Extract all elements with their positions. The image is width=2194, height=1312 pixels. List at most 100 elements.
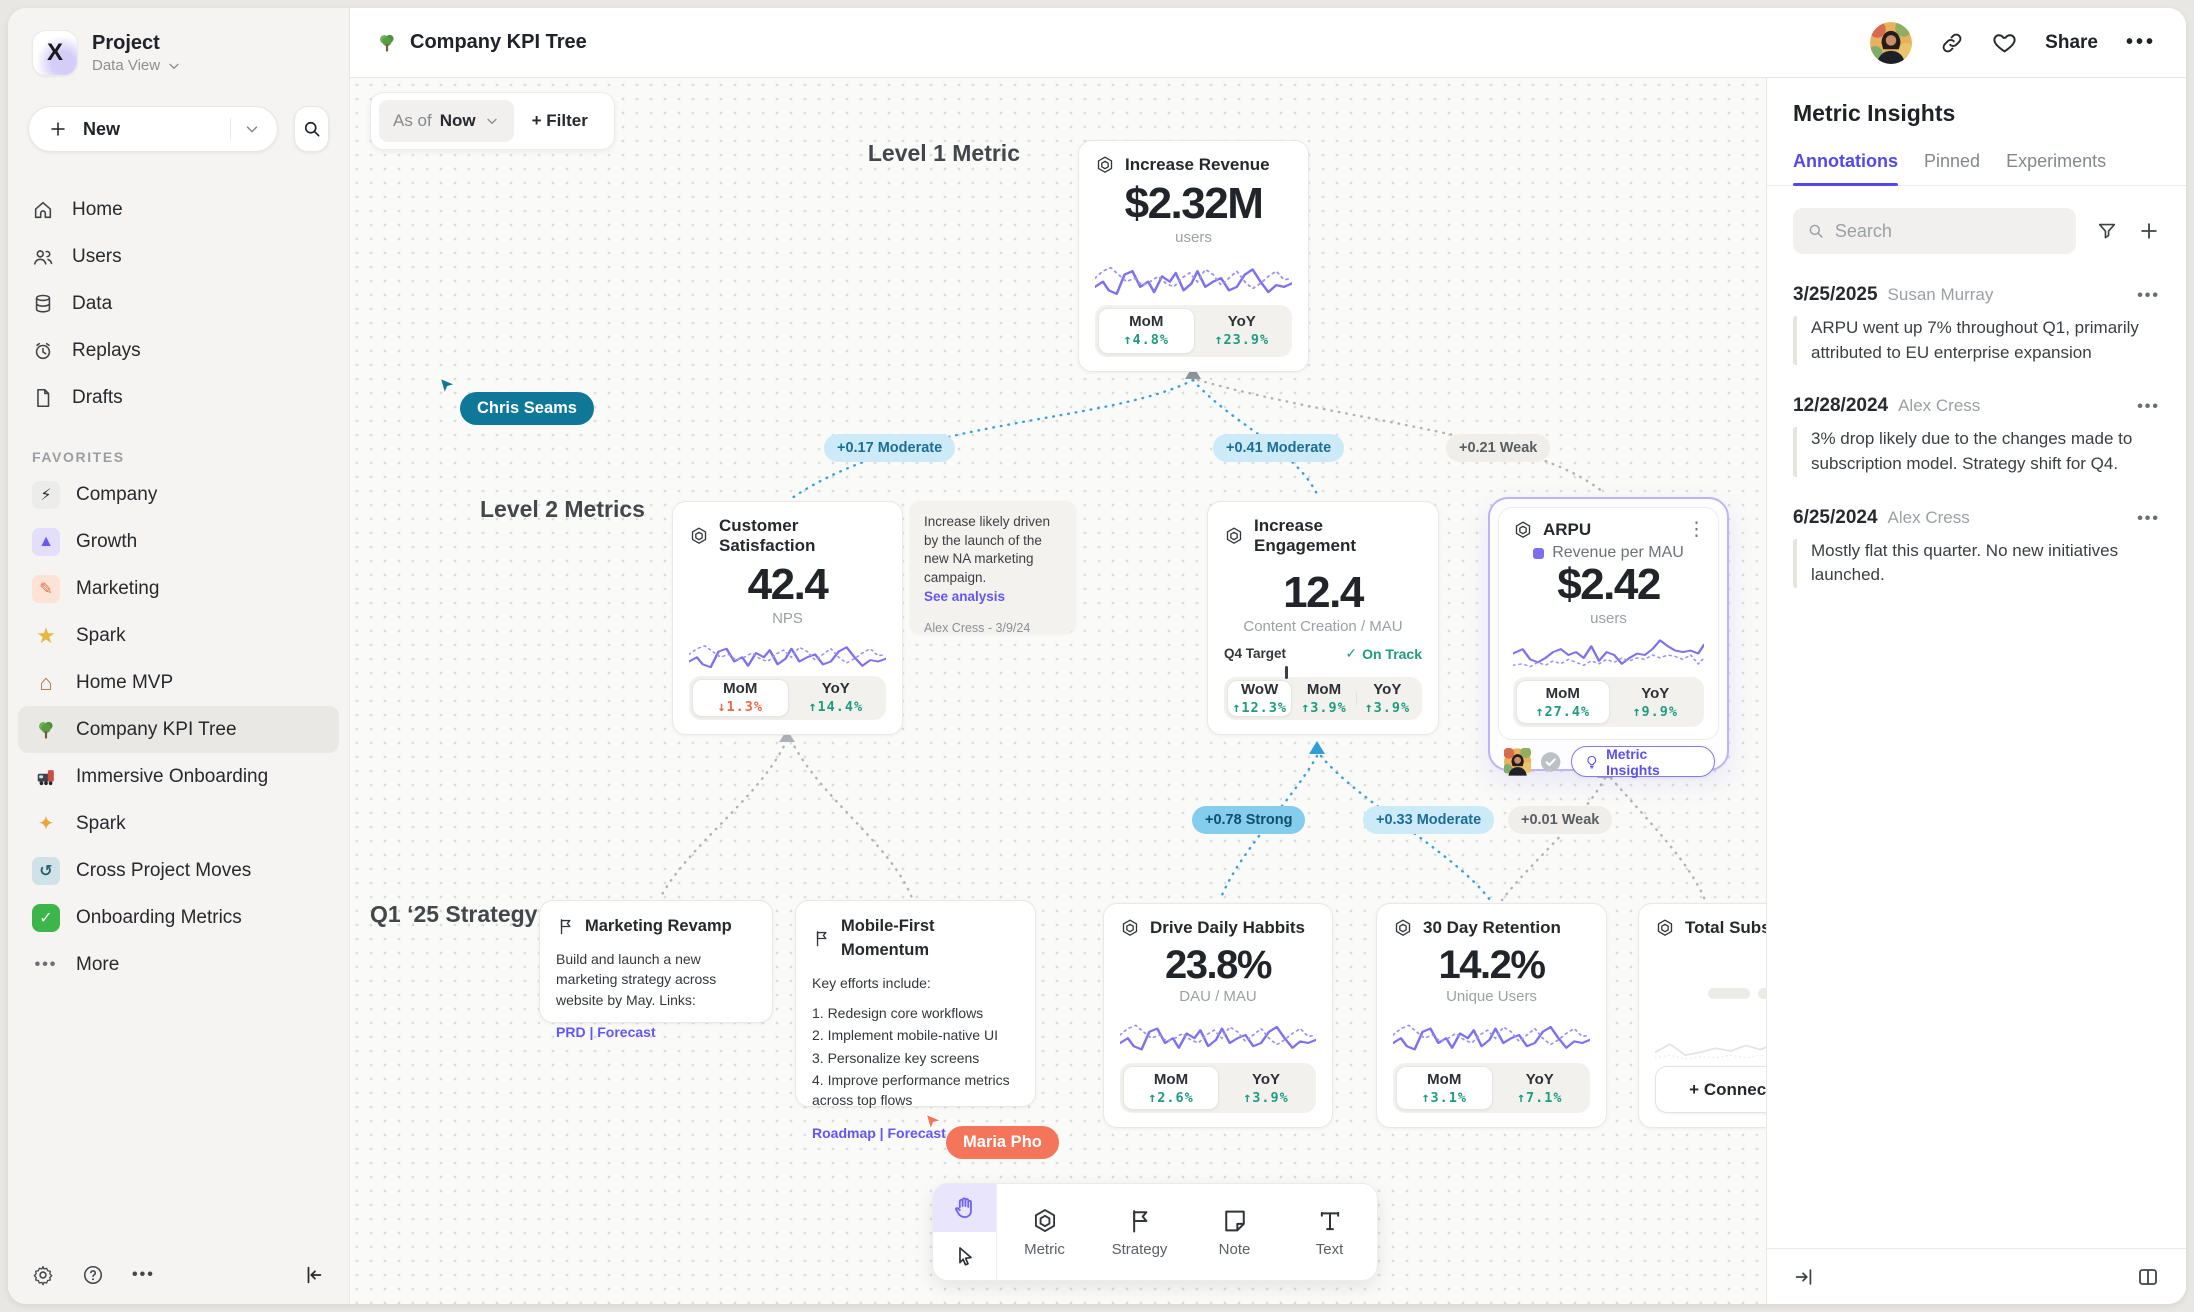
help-icon[interactable] bbox=[82, 1264, 104, 1286]
text-tool[interactable]: Text bbox=[1282, 1184, 1377, 1280]
heart-icon[interactable] bbox=[1992, 30, 2017, 55]
filter-button[interactable]: + Filter bbox=[514, 111, 606, 131]
lightbulb-icon bbox=[1584, 754, 1600, 770]
metric-hexagon-icon bbox=[1095, 155, 1115, 175]
stat-yoy[interactable]: YoY ↑3.9% bbox=[1356, 680, 1419, 717]
select-tool[interactable] bbox=[933, 1232, 996, 1280]
metric-card-increase-engagement[interactable]: Increase Engagement 12.4 Content Creatio… bbox=[1207, 501, 1439, 735]
stat-yoy[interactable]: YoY ↑3.9% bbox=[1219, 1066, 1313, 1110]
tab-annotations[interactable]: Annotations bbox=[1793, 151, 1898, 185]
metric-value: 12.4 bbox=[1224, 570, 1422, 616]
sidebar-item-home[interactable]: Home bbox=[8, 186, 349, 233]
kebab-menu-icon[interactable]: ⋮ bbox=[1687, 518, 1706, 541]
tab-pinned[interactable]: Pinned bbox=[1924, 151, 1980, 185]
favorites-more[interactable]: ••• More bbox=[18, 941, 339, 988]
stat-yoy[interactable]: YoY ↑7.1% bbox=[1493, 1066, 1588, 1110]
favorite-label: Spark bbox=[76, 625, 126, 647]
sidebar-search-button[interactable] bbox=[294, 106, 329, 152]
stat-mom[interactable]: MoM ↓1.3% bbox=[692, 679, 789, 717]
favorite-immersive-onboarding[interactable]: Immersive Onboarding bbox=[18, 753, 339, 800]
metric-card-30-day-retention[interactable]: 30 Day Retention 14.2% Unique Users MoM … bbox=[1376, 903, 1607, 1128]
collapse-sidebar-icon[interactable] bbox=[303, 1264, 325, 1286]
annotation-search[interactable] bbox=[1793, 208, 2076, 254]
strategy-links[interactable]: PRD | Forecast bbox=[556, 1022, 756, 1042]
stat-mom[interactable]: MoM ↑27.4% bbox=[1516, 680, 1610, 724]
tool-label: Strategy bbox=[1112, 1241, 1168, 1258]
search-input[interactable] bbox=[1835, 221, 2062, 242]
metric-tool[interactable]: Metric bbox=[997, 1184, 1092, 1280]
annotation-note-card[interactable]: Increase likely driven by the launch of … bbox=[910, 501, 1076, 633]
sidebar-item-drafts[interactable]: Drafts bbox=[8, 374, 349, 421]
add-annotation-icon[interactable] bbox=[2138, 220, 2160, 242]
strategy-card-marketing-revamp[interactable]: Marketing Revamp Build and launch a new … bbox=[539, 900, 773, 1023]
canvas-toolbar: As of Now + Filter bbox=[370, 92, 615, 150]
favorite-onboarding-metrics[interactable]: ✓ Onboarding Metrics bbox=[18, 894, 339, 941]
stat-wow[interactable]: WoW ↑12.3% bbox=[1227, 680, 1292, 717]
favorite-cross-project-moves[interactable]: ↺ Cross Project Moves bbox=[18, 847, 339, 894]
metric-title: 30 Day Retention bbox=[1423, 918, 1561, 938]
annotation-item[interactable]: 12/28/2024 Alex Cress ••• 3% drop likely… bbox=[1767, 365, 2186, 476]
metric-card-customer-satisfaction[interactable]: Customer Satisfaction 42.4 NPS MoM ↓1.3%… bbox=[672, 501, 903, 735]
chevron-down-icon[interactable] bbox=[243, 120, 261, 138]
metric-card-drive-daily-habbits[interactable]: Drive Daily Habbits 23.8% DAU / MAU MoM … bbox=[1103, 903, 1333, 1128]
kpi-tree-canvas[interactable]: As of Now + Filter Level 1 Metric Level … bbox=[350, 78, 1766, 1304]
annotation-item[interactable]: 6/25/2024 Alex Cress ••• Mostly flat thi… bbox=[1767, 477, 2186, 588]
user-avatar[interactable] bbox=[1870, 22, 1912, 64]
annotation-menu-icon[interactable]: ••• bbox=[2137, 510, 2160, 528]
collapse-panel-icon[interactable] bbox=[1793, 1266, 1815, 1288]
favorite-marketing[interactable]: ✎ Marketing bbox=[18, 565, 339, 612]
note-body: Increase likely driven by the launch of … bbox=[924, 514, 1050, 585]
sidebar-item-label: Replays bbox=[72, 340, 141, 362]
favorite-home-mvp[interactable]: ⌂ Home MVP bbox=[18, 659, 339, 706]
hand-tool[interactable] bbox=[933, 1184, 996, 1232]
favorite-label: Company KPI Tree bbox=[76, 719, 237, 741]
metric-insights-button[interactable]: Metric Insights bbox=[1571, 746, 1715, 777]
connect-button[interactable]: + Connect bbox=[1655, 1066, 1766, 1113]
stat-mom[interactable]: MoM ↑4.8% bbox=[1098, 308, 1195, 355]
annotation-item[interactable]: 3/25/2025 Susan Murray ••• ARPU went up … bbox=[1767, 254, 2186, 365]
annotation-menu-icon[interactable]: ••• bbox=[2137, 398, 2160, 416]
metric-card-total-subscriptions[interactable]: Total Subscriptions + Connect bbox=[1638, 903, 1766, 1128]
strategy-list-item: 2. Implement mobile-native UI bbox=[812, 1025, 1019, 1045]
see-analysis-link[interactable]: See analysis bbox=[924, 589, 1005, 604]
note-tool[interactable]: Note bbox=[1187, 1184, 1282, 1280]
stat-yoy[interactable]: YoY ↑23.9% bbox=[1195, 308, 1290, 355]
metric-card-arpu-selected[interactable]: ⋮ ARPU Revenue per MAU $2.42 users bbox=[1488, 497, 1729, 771]
stat-mom[interactable]: MoM ↑3.1% bbox=[1396, 1066, 1493, 1110]
tab-experiments[interactable]: Experiments bbox=[2006, 151, 2106, 185]
favorite-growth[interactable]: ▲ Growth bbox=[18, 518, 339, 565]
overflow-menu-icon[interactable]: ••• bbox=[2126, 31, 2156, 54]
stat-mom[interactable]: MoM ↑2.6% bbox=[1123, 1066, 1219, 1110]
stat-mom[interactable]: MoM ↑3.9% bbox=[1292, 680, 1355, 717]
link-icon[interactable] bbox=[1940, 31, 1964, 55]
strategy-links[interactable]: Roadmap | Forecast bbox=[812, 1123, 1019, 1143]
strategy-tool[interactable]: Strategy bbox=[1092, 1184, 1187, 1280]
strategy-card-mobile-first[interactable]: Mobile-First Momentum Key efforts includ… bbox=[795, 900, 1036, 1107]
metric-value: 14.2% bbox=[1393, 944, 1590, 986]
new-button[interactable]: New bbox=[28, 106, 278, 152]
as-of-selector[interactable]: As of Now bbox=[379, 100, 514, 142]
favorite-spark-2[interactable]: ✦ Spark bbox=[18, 800, 339, 847]
target-label: Q4 Target bbox=[1224, 646, 1286, 661]
split-view-icon[interactable] bbox=[2136, 1265, 2160, 1289]
sidebar-item-users[interactable]: Users bbox=[8, 233, 349, 280]
sidebar-item-replays[interactable]: Replays bbox=[8, 327, 349, 374]
metric-card-increase-revenue[interactable]: Increase Revenue $2.32M users MoM ↑4.8% … bbox=[1078, 140, 1309, 372]
project-switcher[interactable]: X Project Data View bbox=[8, 30, 349, 76]
annotation-menu-icon[interactable]: ••• bbox=[2137, 287, 2160, 305]
stat-yoy[interactable]: YoY ↑9.9% bbox=[1610, 680, 1702, 724]
favorite-spark[interactable]: ★ Spark bbox=[18, 612, 339, 659]
favorite-company-kpi-tree[interactable]: Company KPI Tree bbox=[18, 706, 339, 753]
correlation-label: +0.17 Moderate bbox=[824, 434, 955, 462]
sidebar-item-data[interactable]: Data bbox=[8, 280, 349, 327]
favorite-company[interactable]: ⚡ Company bbox=[18, 471, 339, 518]
share-button[interactable]: Share bbox=[2045, 32, 2098, 54]
flag-icon bbox=[1126, 1207, 1154, 1235]
stat-yoy[interactable]: YoY ↑14.4% bbox=[789, 679, 884, 717]
gear-icon[interactable] bbox=[32, 1264, 54, 1286]
pencil-icon: ✎ bbox=[32, 575, 60, 603]
more-options-icon[interactable]: ••• bbox=[132, 1266, 155, 1284]
search-icon bbox=[1807, 221, 1825, 241]
correlation-label: +0.33 Moderate bbox=[1363, 806, 1494, 834]
filter-funnel-icon[interactable] bbox=[2096, 220, 2118, 242]
